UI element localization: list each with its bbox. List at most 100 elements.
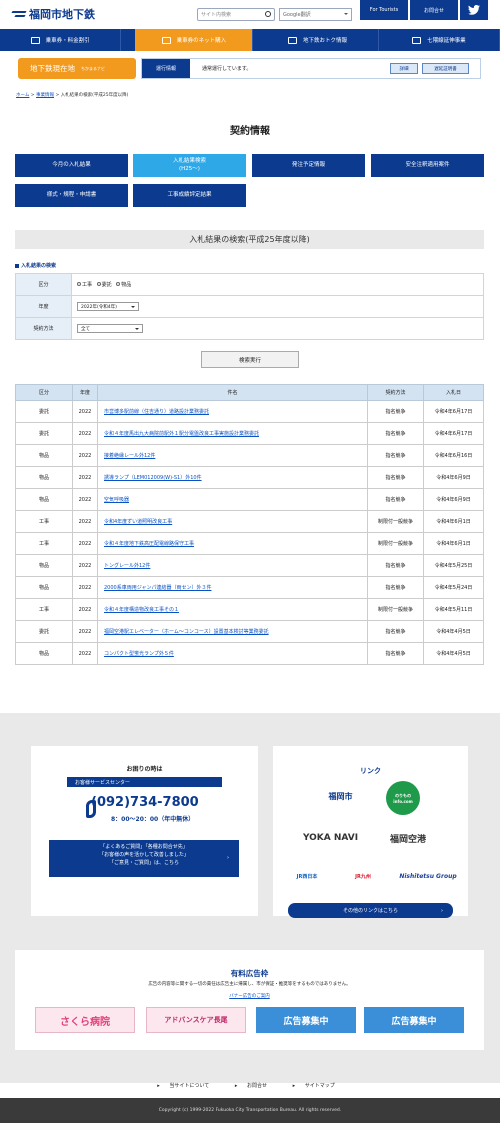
row-subject-link[interactable]: 誘導ランプ（LEM012009(W)-S1）外10件 <box>97 466 368 489</box>
footer-link-about[interactable]: ▸ 当サイトについて <box>157 1083 217 1089</box>
year-select[interactable]: 2022年(令和4年) <box>77 302 139 311</box>
row-subject-link[interactable]: トングレール外12件 <box>97 554 368 577</box>
row-method: 指名競争 <box>367 576 424 599</box>
ticket-icon <box>30 36 40 44</box>
nav-online-ticket[interactable]: 乗車券のネット購入 <box>135 29 254 51</box>
ad-advance-care[interactable]: アドバンスケア長尾 <box>146 1007 246 1033</box>
search-icon[interactable] <box>265 11 271 17</box>
contact-button[interactable]: お問合せ <box>410 0 458 20</box>
nav-label: 地下鉄おトク情報 <box>302 38 347 44</box>
row-subject-link[interactable]: 2000系車両用ジャンパ連結器（両セン）外３件 <box>97 576 368 599</box>
category-radio-construction[interactable]: 工事 <box>77 281 92 288</box>
logo-mark-icon <box>12 9 26 19</box>
row-subject-link[interactable]: 福岡空港駅エレベーター（ホーム〜コンコース）設置基本検討等業務委託 <box>97 620 368 643</box>
cart-icon <box>161 36 171 44</box>
row-category: 工事 <box>15 532 73 555</box>
link-jr-west[interactable]: JR西日本 <box>287 862 327 890</box>
row-subject-link[interactable]: 空気呼吸器 <box>97 488 368 511</box>
service-center-tel[interactable]: (092)734-7800 <box>91 795 199 810</box>
tab-safety-cases[interactable]: 安全注釈適用案件 <box>371 154 484 177</box>
radio-icon <box>77 282 81 287</box>
breadcrumb-home[interactable]: ホーム <box>16 93 29 98</box>
row-subject-link[interactable]: 市営博多駅前線（住吉通り）道路設計業務委託 <box>97 400 368 423</box>
breadcrumb-parent[interactable]: 事業情報 <box>36 93 54 98</box>
row-bid-date: 令和4年5月24日 <box>423 576 484 599</box>
search-submit-button[interactable]: 検索実行 <box>201 351 299 368</box>
col-year: 年度 <box>72 384 98 401</box>
translate-label: Google翻訳 <box>283 12 311 18</box>
more-links-label: その他のリンクはこちら <box>342 908 398 914</box>
category-label: 区分 <box>15 273 72 296</box>
tab-order-schedule[interactable]: 発注予定情報 <box>252 154 365 177</box>
twitter-button[interactable] <box>460 0 488 20</box>
site-logo[interactable]: 福岡市地下鉄 <box>12 6 95 22</box>
more-links-button[interactable]: その他のリンクはこちら › <box>288 903 453 918</box>
row-year: 2022 <box>72 466 98 489</box>
link-jr-kyushu[interactable]: JR九州 <box>343 862 383 890</box>
results-table: 区分 年度 件名 契約方法 入札日 委託 2022 市営博多駅前線（住吉通り）道路設… <box>15 384 484 665</box>
status-detail-button[interactable]: 詳細 <box>390 63 418 74</box>
row-bid-date: 令和4年5月25日 <box>423 554 484 577</box>
link-fukuoka-city[interactable]: 福岡市 <box>303 784 378 808</box>
row-bid-date: 令和4年6月9日 <box>423 466 484 489</box>
google-translate-select[interactable]: Google翻訳 <box>279 8 352 21</box>
tab-results-search[interactable]: 入札結果検索 (H25〜) <box>133 154 246 177</box>
footer-link-sitemap[interactable]: ▸ サイトマップ <box>293 1083 343 1089</box>
row-bid-date: 令和4年6月17日 <box>423 422 484 445</box>
subway-location-button[interactable]: 地下鉄現在地 ちかまるナビ <box>18 58 136 79</box>
delay-certificate-button[interactable]: 遅延証明書 <box>422 63 469 74</box>
for-tourists-button[interactable]: For Tourists <box>360 0 408 20</box>
row-subject-link[interactable]: コンパクト型蛍光ランプ外５件 <box>97 642 368 665</box>
col-method: 契約方法 <box>367 384 424 401</box>
link-yoka-navi[interactable]: YOKA NAVI <box>293 826 368 850</box>
link-norimono-info[interactable]: のりもの info.com <box>386 781 420 815</box>
ad-recruiting-2[interactable]: 広告募集中 <box>364 1007 464 1033</box>
link-fukuoka-airport[interactable]: 福岡空港 <box>378 826 438 850</box>
ads-title: 有料広告枠 <box>230 969 269 978</box>
logo-text: 福岡市地下鉄 <box>29 7 95 21</box>
table-row: 工事 2022 令和４年度地下鉄高圧配電線路保守工事 制限付一般競争 令和4年6月1日 <box>15 532 484 555</box>
row-year: 2022 <box>72 642 98 665</box>
method-select[interactable]: 全て <box>77 324 143 333</box>
row-subject-link[interactable]: 接着絶縁レール外12件 <box>97 444 368 467</box>
row-category: 委託 <box>15 400 73 423</box>
footer-link-contact[interactable]: ▸ お問合せ <box>235 1083 275 1089</box>
table-row: 工事 2022 令和4年度ずい道照明改良工事 制限付一般競争 令和4年6月1日 <box>15 510 484 533</box>
row-subject-link[interactable]: 令和４年度馬出九大病院前駅外１駅分電盤改良工事実施設計業務委託 <box>97 422 368 445</box>
radio-label: 物品 <box>121 281 132 288</box>
ad-sakura-hospital[interactable]: さくら病院 <box>35 1007 135 1033</box>
nav-ticket-discount[interactable]: 乗車券・料金割引 <box>0 29 122 51</box>
tab-forms-rules[interactable]: 様式・規程・申請書 <box>15 184 128 207</box>
row-bid-date: 令和4年4月5日 <box>423 642 484 665</box>
faq-contact-button[interactable]: 「よくあるご質問」「各種お問合せ先」 「お客様の声を活かして改善しました」 「ご… <box>49 840 239 877</box>
link-nishitetsu[interactable]: Nishitetsu Group <box>397 862 459 890</box>
faq-line: 「よくあるご質問」「各種お問合せ先」 <box>100 844 188 850</box>
row-year: 2022 <box>72 444 98 467</box>
row-subject-link[interactable]: 令和4年度ずい道照明改良工事 <box>97 510 368 533</box>
train-icon <box>287 36 297 44</box>
row-bid-date: 令和4年6月16日 <box>423 444 484 467</box>
ad-recruiting-1[interactable]: 広告募集中 <box>256 1007 356 1033</box>
tab-monthly-results[interactable]: 今月の入札結果 <box>15 154 128 177</box>
banner-ad-info-link[interactable]: バナー広告のご案内 <box>15 993 484 999</box>
row-method: 制限付一般競争 <box>367 598 424 621</box>
nav-nanakuma-extension[interactable]: 七隈線延伸事業 <box>379 29 500 51</box>
faq-line: 「ご意見・ご質問」は、こちら <box>108 859 179 866</box>
row-subject-link[interactable]: 令和４年度構造物改良工事その１ <box>97 598 368 621</box>
help-card: お困りの時は お客様サービスセンター (092)734-7800 8：00〜20… <box>31 746 258 916</box>
row-method: 指名競争 <box>367 400 424 423</box>
row-method: 指名競争 <box>367 642 424 665</box>
search-input[interactable]: サイト内検索 <box>197 8 275 21</box>
tab-work-evaluation[interactable]: 工事成績評定結果 <box>133 184 246 207</box>
category-radio-goods[interactable]: 物品 <box>116 281 131 288</box>
row-subject-link[interactable]: 令和４年度地下鉄高圧配電線路保守工事 <box>97 532 368 555</box>
row-method: 指名競争 <box>367 466 424 489</box>
row-method: 指名競争 <box>367 444 424 467</box>
nav-deals[interactable]: 地下鉄おトク情報 <box>257 29 379 51</box>
row-category: 物品 <box>15 444 73 467</box>
row-method: 指名競争 <box>367 488 424 511</box>
footer-link-label: サイトマップ <box>304 1083 335 1089</box>
category-radio-consignment[interactable]: 委託 <box>96 281 112 288</box>
table-row: 物品 2022 コンパクト型蛍光ランプ外５件 指名競争 令和4年4月5日 <box>15 642 484 665</box>
year-label: 年度 <box>15 295 72 318</box>
